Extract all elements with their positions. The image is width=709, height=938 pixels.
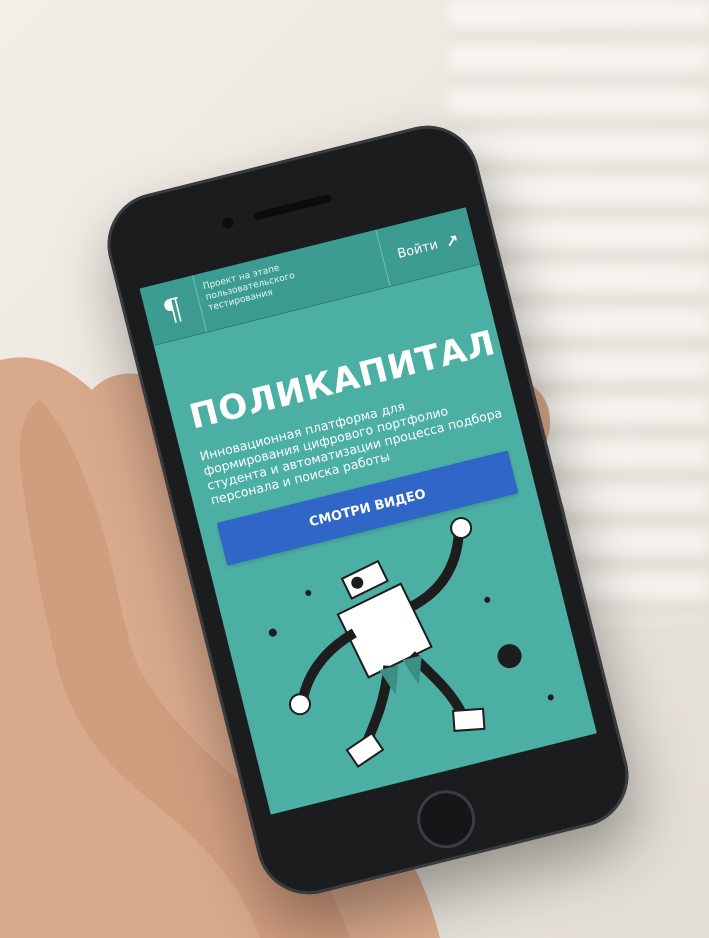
home-button[interactable] <box>410 784 482 855</box>
project-status-text: Проект на этапе пользовательского тестир… <box>202 263 296 314</box>
speaker-grill <box>252 193 333 221</box>
logo-glyph: ¶ <box>159 290 187 330</box>
front-camera-icon <box>221 216 235 230</box>
site-header: ¶ Проект на этапе пользовательского тест… <box>139 207 480 346</box>
arrow-up-right-icon: ↗ <box>443 229 461 252</box>
login-label: Войти <box>395 236 440 262</box>
photo-scene: ¶ Проект на этапе пользовательского тест… <box>0 0 709 938</box>
logo-pilcrow-icon[interactable]: ¶ <box>139 275 208 345</box>
login-button[interactable]: Войти ↗ <box>375 207 480 287</box>
